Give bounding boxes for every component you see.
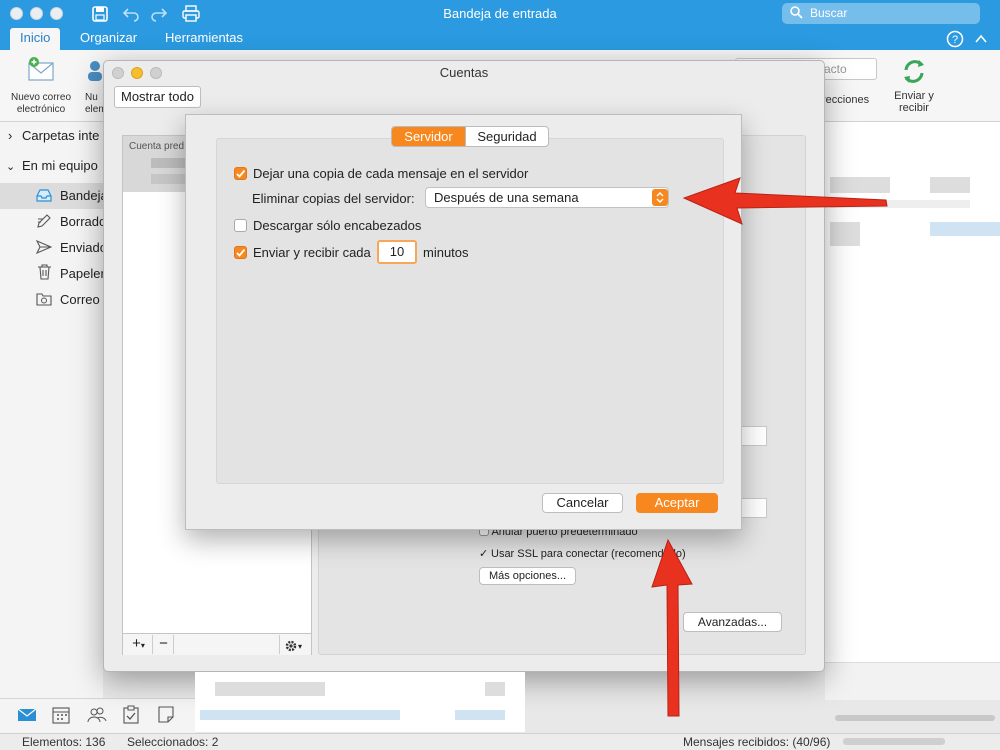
arrow-to-accept (651, 538, 693, 717)
arrow-to-select (682, 177, 888, 225)
annotation-arrows (651, 177, 888, 717)
